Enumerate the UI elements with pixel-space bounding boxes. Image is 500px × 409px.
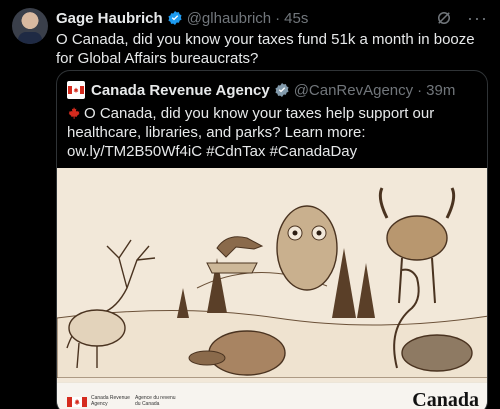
tweet-text: O Canada, did you know your taxes fund 5… [56,31,475,67]
image-footer: Canada Revenue Agency Agence du revenu d… [57,382,487,409]
canada-flag-icon [68,86,84,94]
quoted-text-body: O Canada, did you know your taxes help s… [67,105,435,160]
quoted-handle[interactable]: @CanRevAgency [294,82,413,99]
grok-icon[interactable] [435,9,453,27]
author-handle[interactable]: @glhaubrich [187,10,271,27]
quoted-avatar[interactable] [67,81,85,99]
separator: · [275,9,281,27]
quoted-timestamp[interactable]: 39m [426,82,455,99]
canada-flag-icon [67,397,87,407]
avatar[interactable] [12,8,48,44]
quoted-text: O Canada, did you know your taxes help s… [67,104,487,161]
author-name[interactable]: Gage Haubrich [56,10,163,27]
more-icon[interactable]: ··· [467,9,488,27]
verified-badge-icon [168,11,182,25]
wildlife-illustration [57,168,487,378]
quoted-tweet[interactable]: Canada Revenue Agency @CanRevAgency · 39… [56,70,488,409]
tweet-header: Gage Haubrich @glhaubrich · 45s ··· [56,8,488,28]
agency-name-en: Canada Revenue Agency [91,395,130,407]
timestamp[interactable]: 45s [284,10,308,27]
quoted-author-name[interactable]: Canada Revenue Agency [91,82,270,99]
quoted-header: Canada Revenue Agency @CanRevAgency · 39… [67,81,477,99]
canada-wordmark: Canada [412,389,479,409]
tweet[interactable]: Gage Haubrich @glhaubrich · 45s ··· O Ca… [0,0,500,409]
verified-gray-badge-icon [275,83,289,97]
maple-leaf-icon [68,107,80,119]
quoted-image[interactable]: Canada Revenue Agency Agence du revenu d… [57,168,487,409]
agency-name-fr: Agence du revenu du Canada [135,395,176,407]
quoted-separator: · [417,81,423,99]
